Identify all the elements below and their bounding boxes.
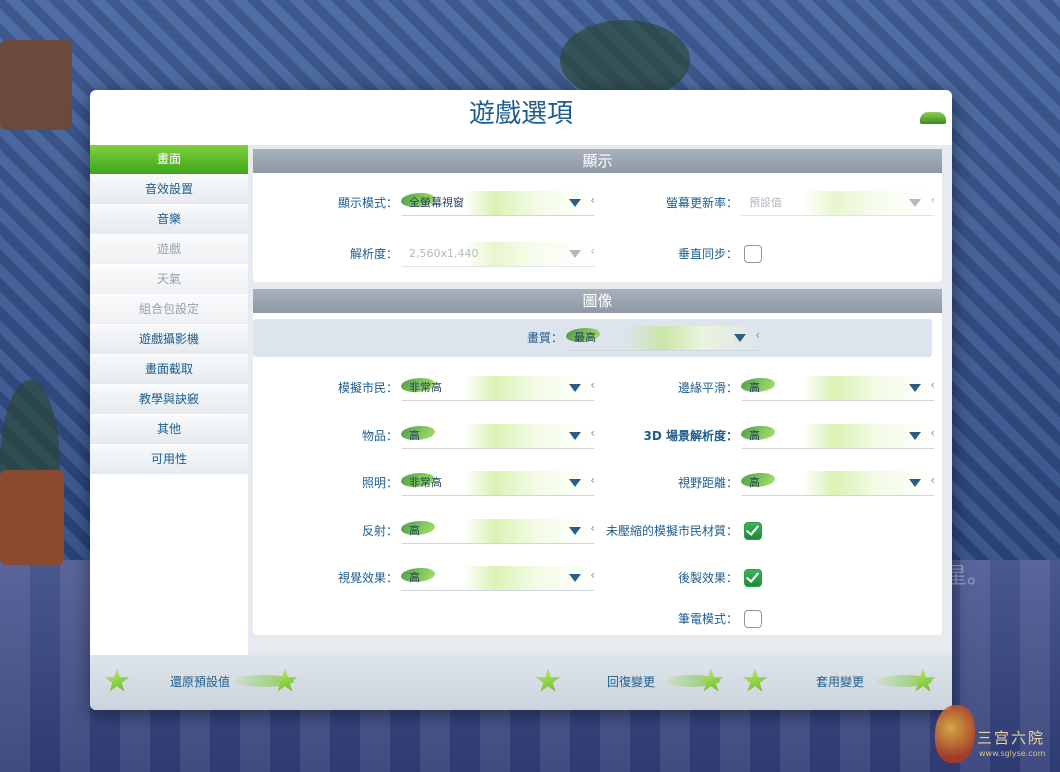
star-icon xyxy=(104,668,130,692)
chevron-left-icon: ‹ xyxy=(755,328,760,342)
reflections-value: 高 xyxy=(409,524,420,537)
background-plant xyxy=(560,20,690,100)
scene-resolution-dropdown[interactable]: 高 ‹ xyxy=(741,424,935,449)
scene-resolution-value: 高 xyxy=(749,429,760,442)
objects-value: 高 xyxy=(409,429,420,442)
dragon-logo-icon xyxy=(935,705,975,763)
chevron-left-icon: ‹ xyxy=(930,193,935,207)
sidebar-item-graphics[interactable]: 畫面 xyxy=(90,145,248,174)
uncompressed-textures-checkbox[interactable] xyxy=(744,522,762,540)
chevron-down-icon xyxy=(909,384,921,392)
graphics-section-header: 圖像 xyxy=(253,289,942,313)
sims-quality-value: 非常高 xyxy=(409,381,442,394)
vsync-row: 垂直同步： xyxy=(253,240,942,268)
visual-effects-row: 視覺效果： 高 ‹ 後製效果： xyxy=(253,564,942,592)
options-content: 顯示 顯示模式： 全螢幕視窗 ‹ 螢幕更新率： 預設值 ‹ 解析度： 2,560… xyxy=(248,145,952,655)
sidebar-item-gameplay[interactable]: 遊戲 xyxy=(90,235,248,264)
edge-smoothing-value: 高 xyxy=(749,381,760,394)
objects-dropdown[interactable]: 高 ‹ xyxy=(401,424,595,449)
chevron-down-icon xyxy=(569,479,581,487)
display-section: 顯示 顯示模式： 全螢幕視窗 ‹ 螢幕更新率： 預設值 ‹ 解析度： 2,560… xyxy=(253,149,942,282)
vsync-checkbox[interactable] xyxy=(744,245,762,263)
lighting-row: 照明： 非常高 ‹ 視野距離： 高 ‹ xyxy=(253,469,942,497)
laptop-mode-row: 筆電模式： xyxy=(253,605,942,633)
visual-effects-dropdown[interactable]: 高 ‹ xyxy=(401,566,595,591)
sidebar-item-pack-settings[interactable]: 組合包設定 xyxy=(90,295,248,324)
sidebar-item-camera[interactable]: 遊戲攝影機 xyxy=(90,325,248,354)
reflections-row: 反射： 高 ‹ 未壓縮的模擬市民材質： xyxy=(253,517,942,545)
quality-row: 畫質： 最高 ‹ xyxy=(253,324,942,352)
chevron-down-icon xyxy=(734,334,746,342)
laptop-mode-checkbox[interactable] xyxy=(744,610,762,628)
display-section-header: 顯示 xyxy=(253,149,942,173)
chevron-down-icon xyxy=(569,432,581,440)
sidebar-item-audio[interactable]: 音效設置 xyxy=(90,175,248,204)
sims-quality-row: 模擬市民： 非常高 ‹ 邊緣平滑： 高 ‹ xyxy=(253,374,942,402)
star-icon xyxy=(535,668,561,692)
apply-changes-label: 套用變更 xyxy=(816,675,865,689)
lighting-label: 照明： xyxy=(361,476,398,490)
watermark-logo: 三宫六院 www.sglyse.com xyxy=(935,705,1053,765)
close-icon[interactable] xyxy=(920,112,946,124)
chevron-left-icon: ‹ xyxy=(930,473,935,487)
options-sidebar: 畫面 音效設置 音樂 遊戲 天氣 組合包設定 遊戲攝影機 畫面截取 教學與訣竅 … xyxy=(90,145,248,475)
post-processing-checkbox[interactable] xyxy=(744,569,762,587)
watermark-url: www.sglyse.com xyxy=(979,749,1046,758)
dialog-title: 遊戲選項 xyxy=(468,99,573,129)
sidebar-item-weather[interactable]: 天氣 xyxy=(90,265,248,294)
star-icon xyxy=(742,668,768,692)
uncompressed-textures-label: 未壓縮的模擬市民材質： xyxy=(605,524,738,538)
scene-resolution-label: 3D 場景解析度： xyxy=(643,429,739,443)
restore-defaults-button[interactable]: 還原預設值 xyxy=(104,665,304,699)
chevron-left-icon: ‹ xyxy=(930,426,935,440)
vsync-label: 垂直同步： xyxy=(677,247,738,261)
quality-label: 畫質： xyxy=(526,331,563,345)
edge-smoothing-dropdown[interactable]: 高 ‹ xyxy=(741,376,935,401)
sidebar-item-other[interactable]: 其他 xyxy=(90,415,248,444)
watermark-text: 三宫六院 xyxy=(977,729,1046,747)
dialog-footer: 還原預設值 回復變更 套用變更 xyxy=(90,655,952,710)
post-processing-label: 後製效果： xyxy=(677,571,738,585)
chevron-down-icon xyxy=(909,432,921,440)
refresh-rate-row: 螢幕更新率： 預設值 ‹ xyxy=(253,189,942,217)
quality-dropdown[interactable]: 最高 ‹ xyxy=(566,326,760,351)
sidebar-item-screen-capture[interactable]: 畫面截取 xyxy=(90,355,248,384)
refresh-rate-dropdown[interactable]: 預設值 ‹ xyxy=(741,191,935,216)
game-options-dialog: 遊戲選項 畫面 音效設置 音樂 遊戲 天氣 組合包設定 遊戲攝影機 畫面截取 教… xyxy=(90,90,952,710)
refresh-rate-label: 螢幕更新率： xyxy=(665,196,738,210)
sims-quality-dropdown[interactable]: 非常高 ‹ xyxy=(401,376,595,401)
revert-changes-button[interactable]: 回復變更 xyxy=(535,665,730,699)
view-distance-label: 視野距離： xyxy=(677,476,738,490)
background-pot xyxy=(0,470,64,565)
objects-label: 物品： xyxy=(361,429,398,443)
sidebar-item-accessibility[interactable]: 可用性 xyxy=(90,445,248,474)
restore-defaults-label: 還原預設值 xyxy=(170,675,231,689)
visual-effects-label: 視覺效果： xyxy=(337,571,398,585)
objects-row: 物品： 高 ‹ 3D 場景解析度： 高 ‹ xyxy=(253,422,942,450)
chevron-left-icon: ‹ xyxy=(930,378,935,392)
chevron-down-icon xyxy=(569,574,581,582)
visual-effects-value: 高 xyxy=(409,571,420,584)
chevron-down-icon xyxy=(909,479,921,487)
laptop-mode-label: 筆電模式： xyxy=(677,612,738,626)
chevron-down-icon xyxy=(909,199,921,207)
edge-smoothing-label: 邊緣平滑： xyxy=(677,381,738,395)
revert-changes-label: 回復變更 xyxy=(607,675,656,689)
lighting-value: 非常高 xyxy=(409,476,442,489)
view-distance-dropdown[interactable]: 高 ‹ xyxy=(741,471,935,496)
sidebar-item-tutorial[interactable]: 教學與訣竅 xyxy=(90,385,248,414)
quality-value: 最高 xyxy=(574,331,596,344)
lighting-dropdown[interactable]: 非常高 ‹ xyxy=(401,471,595,496)
apply-changes-button[interactable]: 套用變更 xyxy=(742,665,942,699)
sims-quality-label: 模擬市民： xyxy=(337,381,398,395)
sidebar-item-music[interactable]: 音樂 xyxy=(90,205,248,234)
view-distance-value: 高 xyxy=(749,476,760,489)
chevron-down-icon xyxy=(569,384,581,392)
reflections-label: 反射： xyxy=(361,524,398,538)
background-table xyxy=(0,40,72,130)
refresh-rate-value: 預設值 xyxy=(749,196,782,209)
